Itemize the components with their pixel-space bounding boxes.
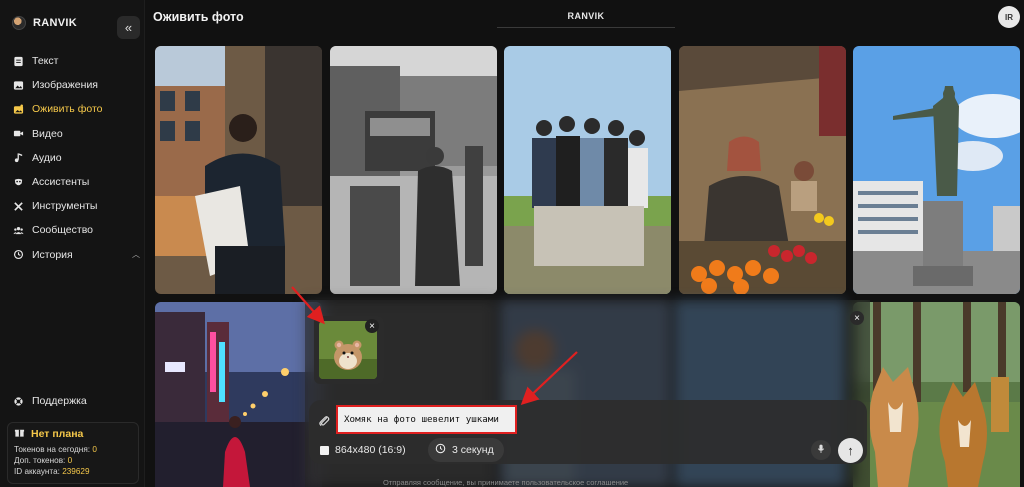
avatar[interactable]: IR bbox=[998, 6, 1020, 28]
arrow-up-icon: ↑ bbox=[847, 443, 854, 458]
sidebar-item-images[interactable]: Изображения bbox=[12, 73, 140, 97]
chevron-up-icon[interactable]: ︿ bbox=[132, 249, 140, 260]
plan-title: Нет плана bbox=[14, 427, 132, 441]
gallery-photo-market[interactable] bbox=[679, 46, 846, 294]
sidebar-item-label: Изображения bbox=[32, 79, 98, 92]
plan-card[interactable]: Нет плана Токенов на сегодня: 0 Доп. ток… bbox=[7, 422, 139, 484]
gallery-photo-reading-man[interactable] bbox=[155, 46, 322, 294]
gallery-photo-old-street[interactable] bbox=[330, 46, 497, 294]
tools-icon bbox=[12, 200, 24, 212]
header-divider bbox=[497, 27, 675, 28]
prompt-input[interactable]: Хомяк на фото шевелит ушками bbox=[336, 405, 517, 434]
sidebar: RANVIK « Текст Изображения Оживить фото … bbox=[0, 0, 145, 487]
aspect-ratio-icon bbox=[320, 445, 329, 455]
brand[interactable]: RANVIK bbox=[12, 16, 77, 30]
terms-footnote: Отправляя сообщение, вы принимаете польз… bbox=[383, 478, 629, 487]
gallery-photo-monument[interactable] bbox=[853, 46, 1020, 294]
duration-selector[interactable]: 3 секунд bbox=[428, 438, 504, 462]
close-icon: × bbox=[854, 312, 860, 324]
sidebar-item-label: Сообщество bbox=[32, 224, 93, 237]
remove-image-button[interactable]: × bbox=[365, 319, 379, 333]
gallery-photo-dogs[interactable] bbox=[853, 302, 1020, 487]
extra-tokens: Доп. токенов: 0 bbox=[14, 456, 73, 465]
clock-icon bbox=[435, 443, 446, 457]
page-title: Оживить фото bbox=[153, 10, 244, 24]
sidebar-item-label: Ассистенты bbox=[32, 176, 90, 189]
send-button[interactable]: ↑ bbox=[838, 438, 863, 463]
sidebar-item-label: Видео bbox=[32, 127, 63, 140]
sidebar-item-text[interactable]: Текст bbox=[12, 49, 140, 73]
tokens-today: Токенов на сегодня: 0 bbox=[14, 445, 97, 454]
support-label: Поддержка bbox=[32, 395, 87, 407]
sidebar-item-animate-photo[interactable]: Оживить фото bbox=[12, 97, 140, 121]
brand-logo bbox=[12, 16, 26, 30]
sidebar-item-video[interactable]: Видео bbox=[12, 122, 140, 146]
close-panel-button[interactable]: × bbox=[850, 311, 864, 325]
sidebar-item-label: Оживить фото bbox=[32, 103, 103, 116]
duration-label: 3 секунд bbox=[452, 444, 494, 456]
resolution-selector[interactable]: 864x480 (16:9) bbox=[320, 438, 406, 462]
resolution-label: 864x480 (16:9) bbox=[335, 444, 406, 456]
voice-input-button[interactable] bbox=[811, 440, 831, 460]
sidebar-item-label: Аудио bbox=[32, 151, 62, 164]
image-icon bbox=[12, 79, 24, 91]
sidebar-item-label: Инструменты bbox=[32, 200, 98, 213]
gallery-photo-group-friends[interactable] bbox=[504, 46, 671, 294]
sidebar-item-audio[interactable]: Аудио bbox=[12, 146, 140, 170]
sidebar-item-label: Текст bbox=[32, 55, 59, 68]
header-brand-label: RANVIK bbox=[567, 11, 605, 21]
video-camera-icon bbox=[12, 128, 24, 140]
collapse-sidebar-button[interactable]: « bbox=[117, 16, 140, 39]
lifebuoy-icon bbox=[12, 395, 24, 407]
sidebar-item-community[interactable]: Сообщество bbox=[12, 218, 140, 242]
gift-icon bbox=[14, 427, 25, 441]
paperclip-icon[interactable] bbox=[317, 414, 331, 428]
history-icon bbox=[12, 249, 24, 261]
sidebar-nav: Текст Изображения Оживить фото Видео Ауд… bbox=[12, 49, 140, 267]
mask-icon bbox=[12, 176, 24, 188]
document-icon bbox=[12, 55, 24, 67]
close-icon: × bbox=[369, 320, 375, 332]
brand-name: RANVIK bbox=[33, 17, 77, 29]
people-icon bbox=[12, 224, 24, 236]
microphone-icon bbox=[817, 441, 825, 459]
sidebar-item-history[interactable]: История ︿ bbox=[12, 243, 140, 267]
account-id: ID аккаунта: 239629 bbox=[14, 467, 90, 476]
support-link[interactable]: Поддержка bbox=[12, 395, 87, 407]
gallery-photo-night-street[interactable] bbox=[155, 302, 322, 487]
sidebar-item-tools[interactable]: Инструменты bbox=[12, 194, 140, 218]
sidebar-item-label: История bbox=[32, 248, 73, 261]
sidebar-item-assistants[interactable]: Ассистенты bbox=[12, 170, 140, 194]
double-chevron-left-icon: « bbox=[124, 20, 133, 35]
animate-photo-icon bbox=[12, 103, 24, 115]
music-note-icon bbox=[12, 152, 24, 164]
